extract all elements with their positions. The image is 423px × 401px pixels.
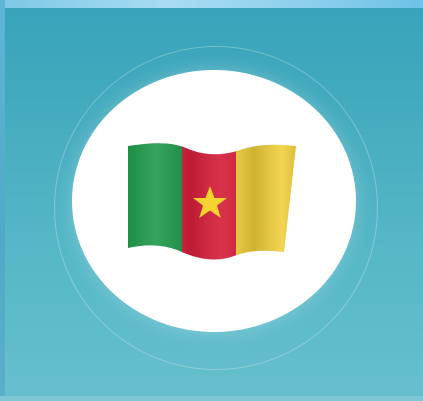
cameroon-flag-icon: [128, 143, 296, 260]
flag-badge-panel: [0, 0, 423, 401]
bottom-edge-strip: [0, 396, 423, 401]
top-edge-strip: [0, 0, 423, 8]
left-edge-strip: [0, 0, 5, 401]
